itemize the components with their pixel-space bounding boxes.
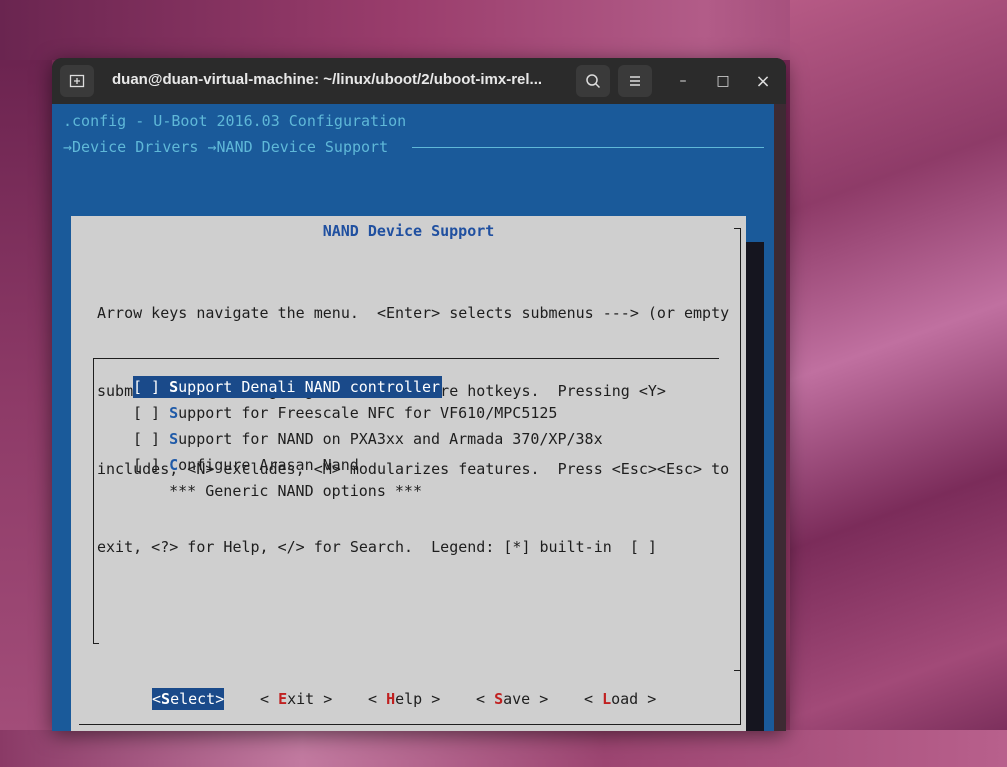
dialog-border-right [740,228,741,724]
new-tab-button[interactable] [60,65,94,97]
menu-item-freescale-nfc[interactable]: [ ] Support for Freescale NFC for VF610/… [133,402,557,424]
load-button[interactable]: < Load > [584,688,656,710]
hotkey: S [494,690,504,708]
item-label: upport Denali NAND controller [178,378,441,396]
button-row-divider [79,724,741,725]
menu-item-arasan[interactable]: [ ] Configure Arasan Nand [133,454,359,476]
hotkey: S [169,404,179,422]
menu-box-left [93,358,94,644]
checkbox[interactable]: [ ] [133,456,160,474]
minimize-button[interactable]: – [670,68,696,94]
button-bracket: < [260,690,279,708]
desktop-wallpaper-right [790,0,1007,767]
help-line: Arrow keys navigate the menu. <Enter> se… [97,304,730,322]
terminal-window: duan@duan-virtual-machine: ~/linux/uboot… [52,58,786,731]
checkbox[interactable]: [ ] [133,430,160,448]
button-bracket: < [152,690,162,708]
button-label: elect> [170,690,225,708]
button-label: elp > [395,690,441,708]
menuconfig-dialog: NAND Device Support Arrow keys navigate … [71,216,746,731]
button-bracket: < [584,690,603,708]
item-label: onfigure Arasan Nand [178,456,359,474]
maximize-button[interactable]: □ [710,68,736,94]
item-label: upport for NAND on PXA3xx and Armada 370… [178,430,603,448]
button-label: oad > [611,690,657,708]
desktop-wallpaper-bottom [0,730,1007,767]
hotkey: S [161,690,171,708]
hotkey: S [169,430,179,448]
help-button[interactable]: < Help > [368,688,440,710]
new-tab-icon [69,74,85,88]
menu-box-tick [734,670,740,671]
terminal-scrollbar[interactable] [774,104,786,731]
hamburger-menu-icon [630,76,640,86]
item-label: *** Generic NAND options *** [133,482,422,500]
hotkey: E [278,690,288,708]
terminal-area[interactable]: .config - U-Boot 2016.03 Configuration →… [52,104,786,731]
checkbox[interactable]: [ ] [133,404,160,422]
menu-item-pxa3xx[interactable]: [ ] Support for NAND on PXA3xx and Armad… [133,428,603,450]
hotkey: C [169,456,179,474]
menu-box-top [93,358,719,359]
menu-comment-generic-nand: *** Generic NAND options *** [133,480,422,502]
hotkey: L [602,690,612,708]
checkbox[interactable]: [ ] [133,378,160,396]
hotkey: H [386,690,396,708]
config-header: .config - U-Boot 2016.03 Configuration [63,112,407,130]
button-row: <Select> < Exit > < Help > < Save > < Lo… [71,688,746,710]
select-button[interactable]: <Select> [152,688,225,710]
window-title: duan@duan-virtual-machine: ~/linux/uboot… [112,71,543,88]
search-button[interactable] [576,65,610,97]
item-label: upport for Freescale NFC for VF610/MPC51… [178,404,558,422]
menu-box-tick [93,643,99,644]
header-divider [412,147,764,148]
hotkey: S [169,378,179,396]
close-button[interactable]: × [750,68,776,94]
button-bracket: < [476,690,495,708]
title-bar: duan@duan-virtual-machine: ~/linux/uboot… [52,58,786,104]
button-label: ave > [503,690,549,708]
button-label: xit > [287,690,333,708]
desktop-wallpaper-left [0,60,52,730]
breadcrumb: →Device Drivers →NAND Device Support [63,138,389,156]
exit-button[interactable]: < Exit > [260,688,332,710]
help-line: exit, <?> for Help, </> for Search. Lege… [97,538,657,556]
button-bracket: < [368,690,387,708]
search-icon [586,74,601,89]
menu-item-denali[interactable]: [ ] Support Denali NAND controller [133,376,443,398]
dialog-title: NAND Device Support [322,222,495,240]
menu-button[interactable] [618,65,652,97]
save-button[interactable]: < Save > [476,688,548,710]
